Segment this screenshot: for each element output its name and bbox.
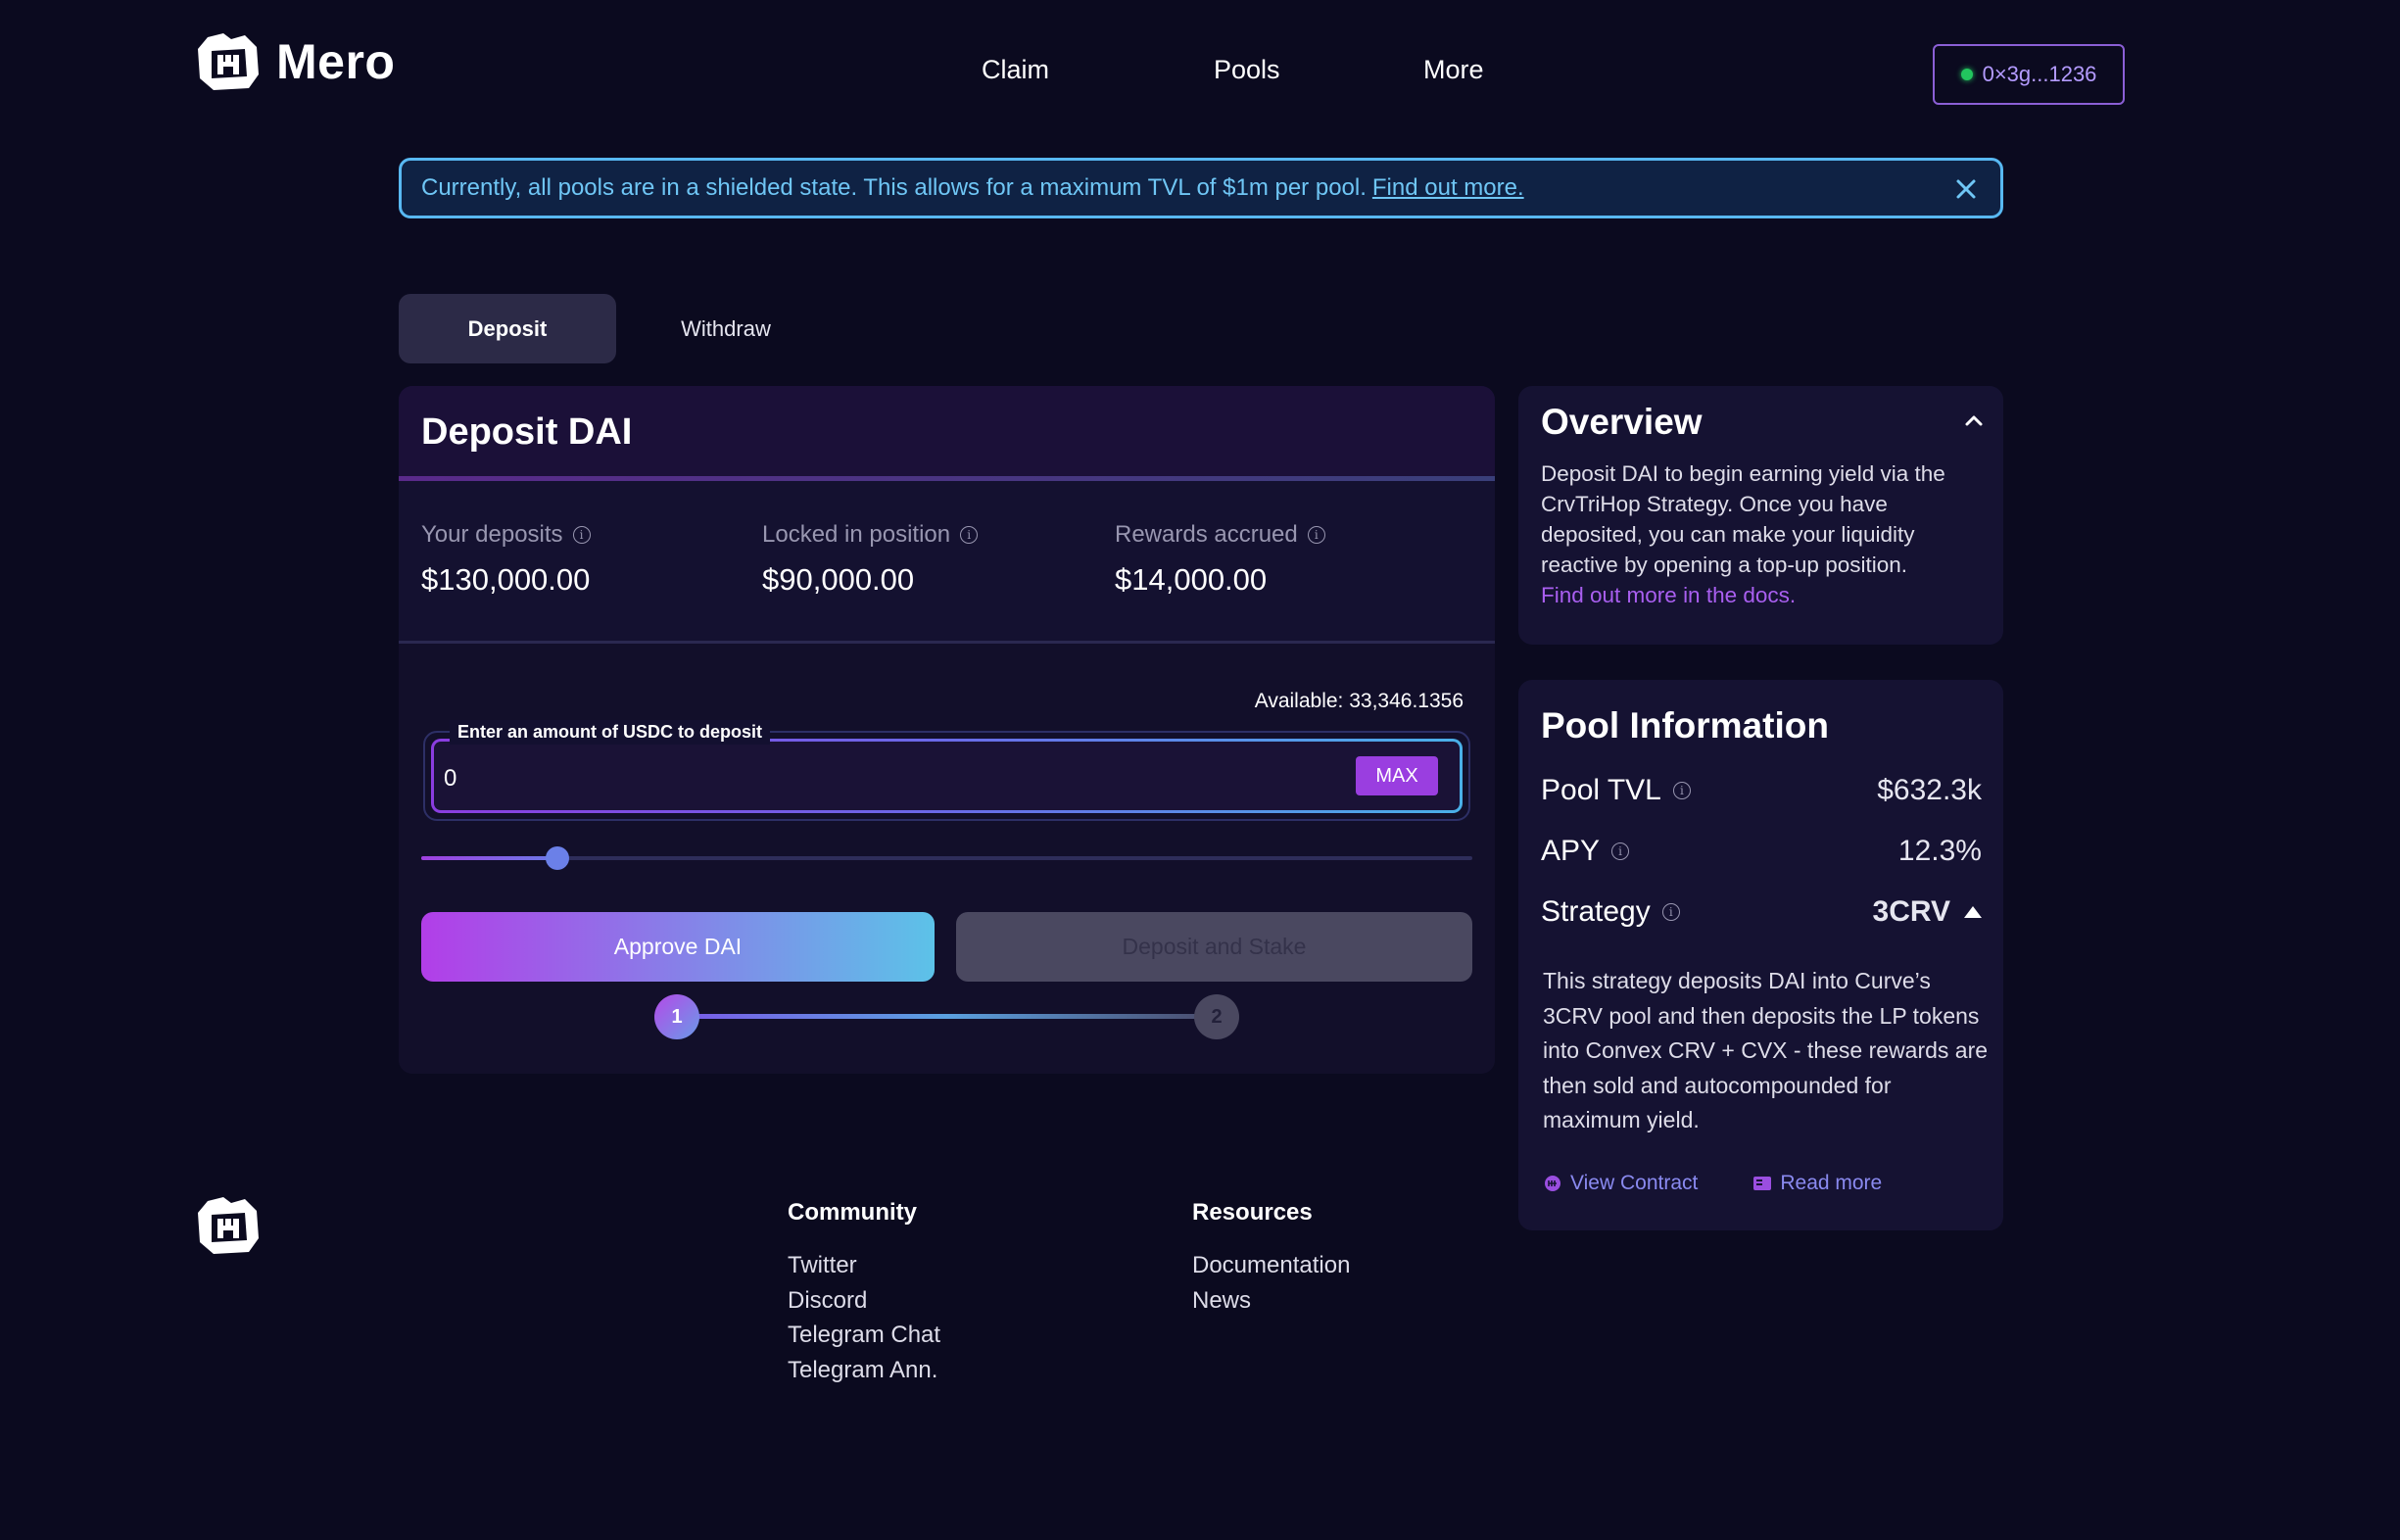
step-indicator-2: 2 bbox=[1194, 994, 1239, 1039]
caret-up-icon bbox=[1964, 906, 1982, 918]
nav-pools[interactable]: Pools bbox=[1214, 55, 1280, 85]
stat-value: $14,000.00 bbox=[1115, 562, 1268, 597]
amount-input-label: Enter an amount of USDC to deposit bbox=[450, 720, 771, 745]
info-icon[interactable]: i bbox=[572, 526, 591, 544]
footer-link-telegram-chat[interactable]: Telegram Chat bbox=[788, 1318, 940, 1353]
overview-title: Overview bbox=[1541, 402, 1703, 442]
max-button[interactable]: MAX bbox=[1356, 756, 1438, 795]
footer-link-discord[interactable]: Discord bbox=[788, 1283, 940, 1319]
stat-locked-in-position: Locked in position i $90,000.00 bbox=[762, 521, 979, 598]
available-balance: Available: 33,346.1356 bbox=[1254, 690, 1464, 712]
banner-find-out-more-link[interactable]: Find out more. bbox=[1372, 174, 1524, 202]
apy-value: 12.3% bbox=[1897, 835, 1982, 867]
footer-link-telegram-ann[interactable]: Telegram Ann. bbox=[788, 1353, 940, 1388]
apy-row: APY i 12.3% bbox=[1541, 835, 1982, 868]
footer-mero-logo-icon[interactable] bbox=[194, 1193, 263, 1258]
connected-status-icon bbox=[1960, 69, 1973, 80]
read-more-link[interactable]: Read more bbox=[1752, 1172, 1882, 1195]
stat-value: $90,000.00 bbox=[762, 562, 915, 597]
info-icon[interactable]: i bbox=[1661, 903, 1680, 921]
amount-slider[interactable] bbox=[421, 846, 1472, 870]
pool-info-title: Pool Information bbox=[1541, 705, 1829, 746]
apy-label: APY bbox=[1541, 835, 1601, 867]
pool-links: View Contract Read more bbox=[1543, 1172, 1882, 1195]
strategy-toggle[interactable]: 3CRV bbox=[1873, 895, 1982, 929]
header-divider bbox=[399, 476, 1495, 481]
docs-link[interactable]: Find out more in the docs. bbox=[1541, 580, 1987, 610]
info-icon[interactable]: i bbox=[960, 526, 979, 544]
deposit-card: Deposit DAI Your deposits i $130,000.00 L… bbox=[399, 386, 1495, 1074]
tab-deposit[interactable]: Deposit bbox=[399, 294, 616, 363]
pool-tvl-row: Pool TVL i $632.3k bbox=[1541, 774, 1982, 807]
stat-label: Your deposits bbox=[421, 521, 563, 548]
deposit-card-title: Deposit DAI bbox=[421, 411, 633, 453]
strategy-row: Strategy i 3CRV bbox=[1541, 895, 1982, 929]
wallet-button[interactable]: 0×3g...1236 bbox=[1933, 44, 2125, 105]
nav-claim[interactable]: Claim bbox=[982, 55, 1049, 85]
banner-text: Currently, all pools are in a shielded s… bbox=[421, 174, 1367, 201]
wallet-address: 0×3g...1236 bbox=[1982, 62, 2097, 86]
amount-input-wrapper: Enter an amount of USDC to deposit MAX bbox=[423, 720, 1470, 821]
close-icon[interactable] bbox=[1949, 172, 1983, 206]
stat-value: $130,000.00 bbox=[421, 562, 591, 597]
footer-link-documentation[interactable]: Documentation bbox=[1192, 1248, 1350, 1283]
info-icon[interactable]: i bbox=[1672, 782, 1691, 799]
overview-text: Deposit DAI to begin earning yield via t… bbox=[1541, 461, 1945, 577]
stat-label: Locked in position bbox=[762, 521, 951, 548]
shielded-state-banner: Currently, all pools are in a shielded s… bbox=[399, 158, 2003, 218]
strategy-label: Strategy bbox=[1541, 895, 1651, 928]
footer-community: Community Twitter Discord Telegram Chat … bbox=[788, 1199, 940, 1387]
contract-icon bbox=[1545, 1176, 1560, 1191]
overview-card: Overview Deposit DAI to begin earning yi… bbox=[1518, 386, 2003, 645]
header-logo[interactable]: Mero bbox=[194, 29, 395, 94]
footer-link-news[interactable]: News bbox=[1192, 1283, 1350, 1319]
view-contract-label: View Contract bbox=[1570, 1172, 1699, 1194]
footer-link-twitter[interactable]: Twitter bbox=[788, 1248, 940, 1283]
overview-description: Deposit DAI to begin earning yield via t… bbox=[1541, 458, 1987, 610]
amount-input[interactable] bbox=[444, 759, 1286, 798]
strategy-description: This strategy deposits DAI into Curve’s … bbox=[1543, 968, 1989, 1132]
amount-input-box: Enter an amount of USDC to deposit MAX bbox=[431, 720, 1463, 813]
deposit-card-header: Deposit DAI bbox=[399, 386, 1495, 480]
chevron-up-icon[interactable] bbox=[1962, 409, 1986, 433]
deposit-and-stake-button: Deposit and Stake bbox=[956, 912, 1472, 982]
mero-logo-icon bbox=[198, 33, 259, 90]
pool-information-card: Pool Information Pool TVL i $632.3k APY i … bbox=[1518, 680, 2003, 1230]
footer-resources: Resources Documentation News bbox=[1192, 1199, 1350, 1318]
logo-text: Mero bbox=[276, 34, 396, 89]
step-progress-line bbox=[676, 1014, 1217, 1019]
nav-more[interactable]: More bbox=[1423, 55, 1484, 85]
stat-your-deposits: Your deposits i $130,000.00 bbox=[421, 521, 591, 598]
book-icon bbox=[1753, 1177, 1772, 1190]
footer-community-heading: Community bbox=[788, 1199, 917, 1226]
pool-tvl-label: Pool TVL bbox=[1541, 774, 1661, 806]
read-more-label: Read more bbox=[1780, 1172, 1883, 1194]
view-contract-link[interactable]: View Contract bbox=[1543, 1172, 1698, 1195]
info-icon[interactable]: i bbox=[1307, 526, 1325, 544]
step-indicator-1: 1 bbox=[654, 994, 699, 1039]
strategy-value: 3CRV bbox=[1872, 895, 1950, 928]
stat-rewards-accrued: Rewards accrued i $14,000.00 bbox=[1115, 521, 1325, 598]
footer-resources-heading: Resources bbox=[1192, 1199, 1313, 1226]
slider-fill bbox=[421, 856, 558, 860]
approve-dai-button[interactable]: Approve DAI bbox=[421, 912, 935, 982]
tab-withdraw[interactable]: Withdraw bbox=[617, 294, 835, 363]
pool-tvl-value: $632.3k bbox=[1877, 774, 1982, 806]
info-icon[interactable]: i bbox=[1611, 842, 1630, 860]
stat-label: Rewards accrued bbox=[1115, 521, 1298, 548]
